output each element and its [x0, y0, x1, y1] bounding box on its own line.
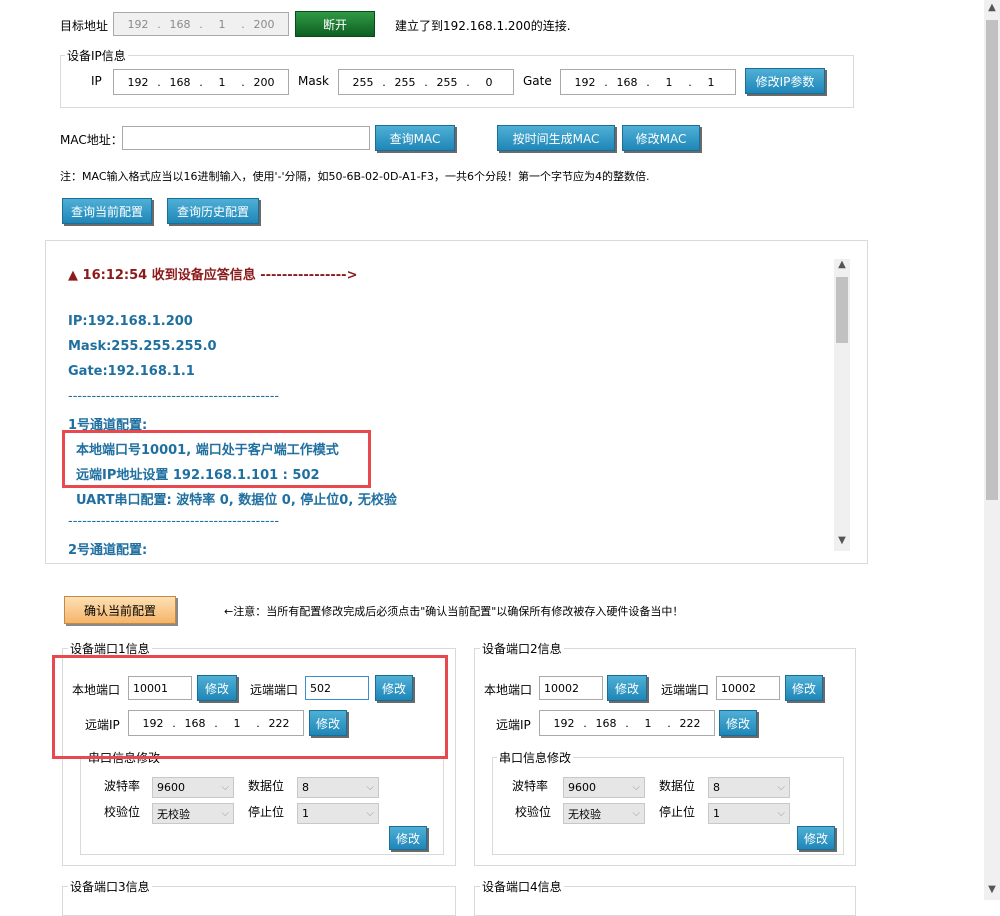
- log-channel1-uart: UART串口配置: 波特率 0, 数据位 0, 停止位0, 无校验: [76, 493, 397, 508]
- chevron-down-icon: ⌵: [632, 782, 640, 793]
- port2-local-label: 本地端口: [484, 683, 533, 697]
- connection-status: 建立了到192.168.1.200的连接.: [395, 19, 571, 33]
- port1-serial-modify-button[interactable]: 修改: [389, 826, 427, 850]
- modify-ip-button[interactable]: 修改IP参数: [745, 68, 825, 94]
- page-scroll-thumb[interactable]: [986, 20, 998, 500]
- port2-local-input[interactable]: 10002: [539, 676, 603, 700]
- chevron-down-icon: ⌵: [366, 808, 374, 819]
- port3-title: 设备端口3信息: [68, 878, 152, 895]
- port2-title: 设备端口2信息: [480, 640, 564, 657]
- port2-baud-label: 波特率: [512, 779, 549, 793]
- disconnect-button[interactable]: 断开: [295, 11, 375, 37]
- response-log-panel: ▲ 16:12:54 收到设备应答信息 ----------------> IP…: [45, 240, 868, 564]
- highlight-log-box: [62, 430, 371, 488]
- ip-label: IP: [91, 74, 102, 88]
- device-ip-input[interactable]: 192. 168. 1. 200: [113, 69, 289, 95]
- confirm-note: ←注意：当所有配置修改完成后必须点击"确认当前配置"以确保所有修改被存入硬件设备…: [224, 605, 684, 618]
- port2-remote-port-modify-button[interactable]: 修改: [785, 675, 823, 701]
- chevron-down-icon: ⌵: [777, 782, 785, 793]
- gate-input[interactable]: 192. 168. 1. 1: [560, 69, 736, 95]
- log-separator-2: ----------------------------------------…: [68, 514, 280, 529]
- log-mask: Mask:255.255.255.0: [68, 339, 217, 354]
- gate-label: Gate: [523, 74, 552, 88]
- mac-label: MAC地址：: [60, 133, 123, 147]
- page-scroll-down-icon[interactable]: ▼: [984, 884, 1000, 898]
- port2-parity-select[interactable]: 无校验 ⌵: [563, 803, 645, 824]
- log-scrollbar[interactable]: ▲ ▼: [834, 259, 850, 551]
- port1-baud-label: 波特率: [104, 779, 141, 793]
- port2-remote-ip-input[interactable]: 192. 168. 1. 222: [539, 710, 715, 736]
- scroll-down-icon[interactable]: ▼: [834, 535, 850, 551]
- port1-stop-bits-select[interactable]: 1 ⌵: [297, 803, 379, 824]
- port2-stop-bits-select[interactable]: 1 ⌵: [708, 803, 790, 824]
- port2-local-modify-button[interactable]: 修改: [607, 675, 647, 701]
- scroll-thumb[interactable]: [836, 277, 848, 343]
- log-ip: IP:192.168.1.200: [68, 314, 193, 329]
- chevron-down-icon: ⌵: [366, 782, 374, 793]
- scroll-up-icon[interactable]: ▲: [834, 259, 850, 275]
- query-mac-button[interactable]: 查询MAC: [375, 125, 455, 151]
- port1-parity-label: 校验位: [104, 805, 141, 819]
- port1-parity-select[interactable]: 无校验 ⌵: [152, 803, 234, 824]
- target-address-label: 目标地址: [60, 19, 109, 33]
- chevron-down-icon: ⌵: [777, 808, 785, 819]
- generate-mac-button[interactable]: 按时间生成MAC: [497, 125, 615, 151]
- log-channel2-title: 2号通道配置:: [68, 543, 148, 558]
- highlight-port1-box: [52, 655, 448, 759]
- port2-remote-ip-modify-button[interactable]: 修改: [719, 710, 757, 736]
- log-gate: Gate:192.168.1.1: [68, 364, 195, 379]
- confirm-config-button[interactable]: 确认当前配置: [64, 596, 176, 624]
- port2-data-bits-label: 数据位: [659, 779, 696, 793]
- modify-mac-button[interactable]: 修改MAC: [622, 125, 700, 151]
- port2-remote-ip-label: 远端IP: [496, 718, 531, 732]
- chevron-down-icon: ⌵: [221, 782, 229, 793]
- port1-stop-bits-label: 停止位: [248, 805, 285, 819]
- port2-serial-title: 串口信息修改: [497, 749, 574, 766]
- chevron-down-icon: ⌵: [632, 808, 640, 819]
- query-history-config-button[interactable]: 查询历史配置: [167, 198, 259, 224]
- port2-remote-port-input[interactable]: 10002: [716, 676, 780, 700]
- target-ip-input: 192. 168. 1. 200: [113, 12, 289, 36]
- mac-input[interactable]: [122, 126, 370, 150]
- port2-remote-port-label: 远端端口: [661, 683, 710, 697]
- log-separator: ----------------------------------------…: [68, 389, 280, 404]
- port1-baud-select[interactable]: 9600 ⌵: [152, 777, 234, 798]
- port1-data-bits-select[interactable]: 8 ⌵: [297, 777, 379, 798]
- query-current-config-button[interactable]: 查询当前配置: [62, 198, 152, 224]
- device-ip-group-title: 设备IP信息: [65, 47, 128, 64]
- page-scrollbar[interactable]: ▲ ▼: [984, 0, 1000, 900]
- port2-stop-bits-label: 停止位: [659, 805, 696, 819]
- mask-label: Mask: [298, 74, 329, 88]
- log-header: ▲ 16:12:54 收到设备应答信息 ---------------->: [68, 268, 358, 283]
- page-scroll-up-icon[interactable]: ▲: [984, 2, 1000, 16]
- port2-baud-select[interactable]: 9600 ⌵: [563, 777, 645, 798]
- port2-data-bits-select[interactable]: 8 ⌵: [708, 777, 790, 798]
- port2-serial-modify-button[interactable]: 修改: [797, 826, 835, 850]
- port1-data-bits-label: 数据位: [248, 779, 285, 793]
- chevron-down-icon: ⌵: [221, 808, 229, 819]
- port2-parity-label: 校验位: [515, 805, 552, 819]
- port4-title: 设备端口4信息: [480, 878, 564, 895]
- mask-input[interactable]: 255. 255. 255. 0: [338, 69, 514, 95]
- mac-format-note: 注：MAC输入格式应当以16进制输入，使用'-'分隔，如50-6B-02-0D-…: [60, 170, 650, 183]
